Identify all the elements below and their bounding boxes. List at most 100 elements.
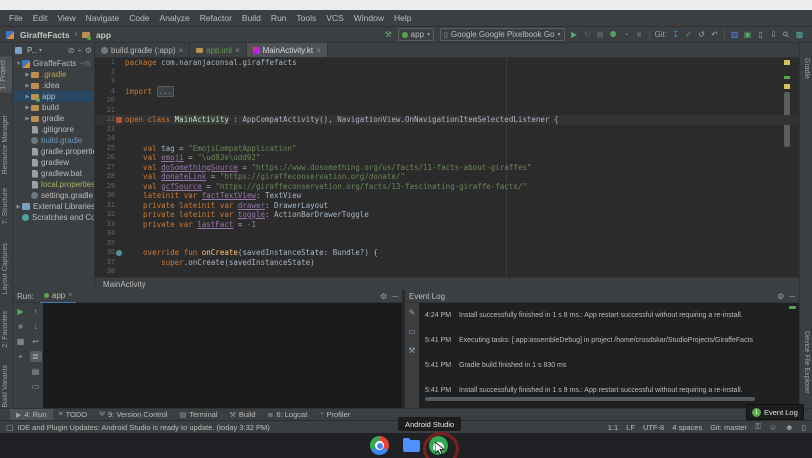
- gutter-line-23[interactable]: 23: [95, 125, 125, 135]
- close-icon[interactable]: ×: [68, 292, 72, 299]
- gutter-line-25[interactable]: 25: [95, 144, 125, 154]
- tree-item-gradle-properties[interactable]: gradle.properties: [13, 146, 94, 157]
- class-gutter-icon[interactable]: [116, 117, 122, 123]
- device-file-explorer-button[interactable]: ▥: [728, 29, 741, 41]
- event-log-scrollbar[interactable]: [425, 397, 755, 401]
- log-entry[interactable]: 5:41 PMExecuting tasks: [:app:assembleDe…: [419, 337, 799, 362]
- gutter-line-38[interactable]: 38: [95, 267, 125, 277]
- breadcrumb-project[interactable]: GiraffeFacts: [20, 30, 70, 40]
- gutter-line-24[interactable]: 24: [95, 134, 125, 144]
- run-tab-app[interactable]: app ×: [40, 289, 76, 304]
- tree-item-gradle[interactable]: ▶gradle: [13, 113, 94, 124]
- expand-arrow-icon[interactable]: ▶: [24, 72, 31, 78]
- menu-window[interactable]: Window: [349, 10, 389, 26]
- close-icon[interactable]: ×: [178, 46, 183, 55]
- menu-refactor[interactable]: Refactor: [195, 10, 237, 26]
- avd-manager-button[interactable]: ▯: [754, 29, 767, 41]
- tree-item-app[interactable]: ▶app: [13, 91, 94, 102]
- menu-build[interactable]: Build: [237, 10, 266, 26]
- close-icon[interactable]: ×: [235, 46, 240, 55]
- collapse-all-icon[interactable]: ⊘: [68, 46, 75, 55]
- gutter-line-1[interactable]: 1: [95, 58, 125, 68]
- minimize-icon[interactable]: ─: [392, 292, 398, 301]
- tree-item--idea[interactable]: ▶.idea: [13, 80, 94, 91]
- gear-icon[interactable]: ⚙: [380, 292, 387, 301]
- tree-item-external-libraries[interactable]: ▶External Libraries: [13, 201, 94, 212]
- gutter-line-20[interactable]: 20: [95, 96, 125, 106]
- device-icon[interactable]: ▯: [802, 423, 806, 432]
- profiler-button[interactable]: ◔: [620, 29, 633, 41]
- toolwindow-button-todo[interactable]: ≡TODO: [53, 409, 94, 421]
- code-line-1[interactable]: 1package com.naranjaconsal.giraffefacts: [95, 58, 799, 68]
- print-button[interactable]: ▤: [30, 366, 42, 377]
- toolwindow-button-terminal[interactable]: ▤Terminal: [174, 409, 224, 421]
- project-view-label[interactable]: P...: [27, 46, 38, 55]
- tree-item-gradlew[interactable]: gradlew: [13, 157, 94, 168]
- gutter-line-35[interactable]: 35: [95, 239, 125, 249]
- code-line-26[interactable]: 26 val emoji = "\ud83e\udd92": [95, 153, 799, 163]
- code-line-28[interactable]: 28 val donateLink = "https://giraffecons…: [95, 172, 799, 182]
- rollback-button[interactable]: ↶: [708, 29, 721, 41]
- tab-build-gradle-app-[interactable]: build.gradle (:app)×: [95, 43, 190, 57]
- code-line-31[interactable]: 31 private lateinit var drawer: DrawerLa…: [95, 201, 799, 211]
- menu-edit[interactable]: Edit: [28, 10, 53, 26]
- divider-icon[interactable]: ÷: [77, 46, 81, 55]
- code-line-33[interactable]: 33 private var lastFact = -1: [95, 220, 799, 230]
- stop-button[interactable]: ■: [15, 321, 27, 332]
- toolwindow-tab-2-favorites[interactable]: 2: Favorites: [2, 311, 9, 348]
- up-stack-trace-button[interactable]: ↑: [30, 306, 42, 317]
- toolwindow-tab-device-file-explorer[interactable]: Device File Explorer: [803, 331, 810, 394]
- gutter-line-28[interactable]: 28: [95, 172, 125, 182]
- gutter-line-4[interactable]: 4: [95, 87, 125, 97]
- tree-item--gradle[interactable]: ▶.gradle: [13, 69, 94, 80]
- menu-file[interactable]: File: [4, 10, 28, 26]
- log-entry[interactable]: 5:41 PMInstall successfully finished in …: [419, 387, 799, 395]
- caret-position[interactable]: 1:1: [608, 423, 618, 432]
- chrome-icon[interactable]: [370, 436, 389, 455]
- event-log-notification-badge[interactable]: 1 Event Log: [746, 404, 804, 420]
- code-line-22[interactable]: 22open class MainActivity : AppCompatAct…: [95, 115, 799, 125]
- run-button[interactable]: ▶: [568, 29, 581, 41]
- expand-arrow-icon[interactable]: ▶: [24, 105, 31, 111]
- menu-analyze[interactable]: Analyze: [155, 10, 195, 26]
- code-line-3[interactable]: 3: [95, 77, 799, 87]
- expand-arrow-icon[interactable]: ▶: [24, 94, 31, 100]
- expand-arrow-icon[interactable]: ▼: [15, 61, 22, 67]
- override-gutter-icon[interactable]: [116, 250, 122, 256]
- tab-app-iml[interactable]: app.iml×: [190, 43, 246, 57]
- expand-arrow-icon[interactable]: ▶: [15, 204, 22, 210]
- breadcrumb-module[interactable]: app: [96, 30, 111, 40]
- code-line-30[interactable]: 30 lateinit var factTextView: TextView: [95, 191, 799, 201]
- toolwindow-tab-gradle[interactable]: Gradle: [803, 58, 810, 79]
- tree-item-scratches-and-consoles[interactable]: Scratches and Consoles: [13, 212, 94, 223]
- status-message[interactable]: IDE and Plugin Updates: Android Studio i…: [18, 423, 270, 432]
- toolwindow-button-6-logcat[interactable]: ≣6: Logcat: [262, 409, 314, 421]
- tree-item-build-gradle[interactable]: build.gradle: [13, 135, 94, 146]
- expand-arrow-icon[interactable]: ▶: [24, 83, 31, 89]
- gutter-line-22[interactable]: 22: [95, 115, 125, 125]
- breadcrumb-class[interactable]: MainActivity: [103, 280, 146, 289]
- code-line-32[interactable]: 32 private lateinit var toggle: ActionBa…: [95, 210, 799, 220]
- menu-tools[interactable]: Tools: [291, 10, 321, 26]
- gutter-line-2[interactable]: 2: [95, 68, 125, 78]
- code-line-34[interactable]: 34: [95, 229, 799, 239]
- code-line-37[interactable]: 37 super.onCreate(savedInstanceState): [95, 258, 799, 268]
- run-console[interactable]: [43, 303, 402, 408]
- panel-settings-icon[interactable]: ⚙: [85, 46, 92, 55]
- stop-button[interactable]: ■: [633, 29, 646, 41]
- code-line-21[interactable]: 21: [95, 106, 799, 116]
- code-line-25[interactable]: 25 val tag = "EmojiCompatApplication": [95, 144, 799, 154]
- toolwindow-tab-layout-captures[interactable]: Layout Captures: [2, 243, 9, 294]
- run-config-select[interactable]: app ▾: [398, 28, 434, 41]
- git-branch[interactable]: Git: master: [710, 423, 747, 432]
- files-app-icon[interactable]: [402, 436, 421, 455]
- code-line-35[interactable]: 35: [95, 239, 799, 249]
- menu-navigate[interactable]: Navigate: [81, 10, 125, 26]
- gutter-line-29[interactable]: 29: [95, 182, 125, 192]
- indent-setting[interactable]: 4 spaces: [672, 423, 702, 432]
- instant-run-button[interactable]: ▣: [741, 29, 754, 41]
- gutter-line-30[interactable]: 30: [95, 191, 125, 201]
- code-line-23[interactable]: 23: [95, 125, 799, 135]
- history-button[interactable]: ↺: [695, 29, 708, 41]
- gutter-line-27[interactable]: 27: [95, 163, 125, 173]
